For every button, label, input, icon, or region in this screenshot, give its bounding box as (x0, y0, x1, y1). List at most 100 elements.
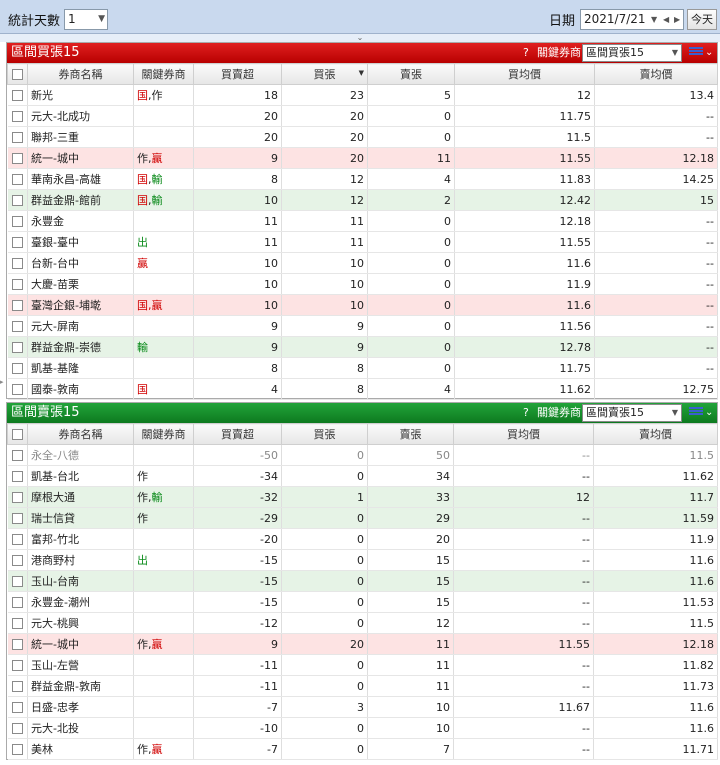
table-row[interactable]: 大慶-苗栗1010011.9--0 (7, 273, 718, 295)
table-row[interactable]: 凱基-基隆88011.75--0 (7, 357, 718, 379)
table-row[interactable]: 群益金鼎-崇德輸99012.78---1 (7, 336, 718, 358)
checkbox-icon[interactable] (11, 555, 23, 566)
table-row[interactable]: 臺銀-臺中出1111011.55--0 (7, 231, 718, 253)
column-header[interactable]: 買均價 (454, 63, 595, 85)
table-row[interactable]: 元大-北成功2020011.75--0 (7, 105, 718, 127)
checkbox-icon[interactable] (11, 363, 23, 374)
checkbox-icon[interactable] (11, 681, 23, 692)
splitter-handle[interactable]: ⌄ (0, 34, 720, 42)
row-checkbox[interactable] (7, 549, 28, 571)
table-row[interactable]: 富邦-竹北-20020--11.90 (7, 528, 718, 550)
table-row[interactable]: 永豐金-潮州-15015--11.530 (7, 591, 718, 613)
select-all-checkbox[interactable] (7, 63, 28, 85)
table-row[interactable]: 國泰-敦南国48411.6212.750 (7, 378, 718, 400)
row-checkbox[interactable] (7, 378, 28, 400)
checkbox-icon[interactable] (11, 471, 23, 482)
row-checkbox[interactable] (7, 294, 28, 316)
row-checkbox[interactable] (7, 633, 28, 655)
row-checkbox[interactable] (7, 507, 28, 529)
row-checkbox[interactable] (7, 273, 28, 295)
column-header[interactable]: 賣均價 (593, 423, 718, 445)
help-icon[interactable]: ? (523, 43, 529, 63)
checkbox-icon[interactable] (11, 195, 23, 206)
column-header[interactable]: 券商名稱 (27, 63, 134, 85)
checkbox-icon[interactable] (11, 702, 23, 713)
table-row[interactable]: 統一-城中作,贏9201111.5512.181 (7, 633, 718, 655)
column-header[interactable]: 關鍵券商 (133, 423, 194, 445)
checkbox-icon[interactable] (11, 111, 23, 122)
checkbox-icon[interactable] (11, 153, 23, 164)
row-checkbox[interactable] (7, 654, 28, 676)
column-header[interactable]: 買均價 (453, 423, 594, 445)
table-row[interactable]: 群益金鼎-敦南-11011--11.730 (7, 675, 718, 697)
row-checkbox[interactable] (7, 210, 28, 232)
table-row[interactable]: 玉山-左營-11011--11.820 (7, 654, 718, 676)
checkbox-icon[interactable] (11, 279, 23, 290)
table-row[interactable]: 群益金鼎-館前国,輸1012212.42150 (7, 189, 718, 211)
table-row[interactable]: 美林作,贏-707--11.710 (7, 738, 718, 760)
collapse-icon[interactable]: ⌄ (705, 43, 713, 63)
column-header[interactable]: 賣張 (367, 423, 454, 445)
today-button[interactable]: 今天 (687, 9, 717, 30)
row-checkbox[interactable] (7, 315, 28, 337)
checkbox-icon[interactable] (11, 342, 23, 353)
table-row[interactable]: 摩根大通作,輸-321331211.70 (7, 486, 718, 508)
table-row[interactable]: 元大-桃興-12012--11.50 (7, 612, 718, 634)
checkbox-icon[interactable] (12, 429, 23, 440)
checkbox-icon[interactable] (11, 258, 23, 269)
row-checkbox[interactable] (7, 612, 28, 634)
row-checkbox[interactable] (7, 126, 28, 148)
table-row[interactable]: 聯邦-三重2020011.5--0 (7, 126, 718, 148)
checkbox-icon[interactable] (11, 597, 23, 608)
checkbox-icon[interactable] (11, 174, 23, 185)
checkbox-icon[interactable] (11, 216, 23, 227)
checkbox-icon[interactable] (11, 237, 23, 248)
table-row[interactable]: 凱基-台北作-34034--11.620 (7, 465, 718, 487)
table-row[interactable]: 玉山-台南-15015--11.60 (7, 570, 718, 592)
checkbox-icon[interactable] (11, 492, 23, 503)
row-checkbox[interactable] (7, 252, 28, 274)
stat-days-select[interactable]: 1 ▼ (64, 9, 108, 30)
column-header[interactable]: 買張 ▼ (281, 63, 368, 85)
key-broker-select[interactable]: 區間賣張15 ▼ (582, 404, 682, 422)
checkbox-icon[interactable] (11, 300, 23, 311)
key-broker-select[interactable]: 區間買張15 ▼ (582, 44, 682, 62)
row-checkbox[interactable] (7, 591, 28, 613)
help-icon[interactable]: ? (523, 403, 529, 423)
row-checkbox[interactable] (7, 696, 28, 718)
table-row[interactable]: 瑞士信貸作-29029--11.590 (7, 507, 718, 529)
row-checkbox[interactable] (7, 675, 28, 697)
table-row[interactable]: 統一-城中作,贏9201111.5512.181 (7, 147, 718, 169)
checkbox-icon[interactable] (11, 639, 23, 650)
checkbox-icon[interactable] (11, 534, 23, 545)
checkbox-icon[interactable] (11, 513, 23, 524)
checkbox-icon[interactable] (11, 384, 23, 395)
checkbox-icon[interactable] (11, 321, 23, 332)
table-row[interactable]: 新光国,作182351213.40 (7, 84, 718, 106)
column-header[interactable]: 券商名稱 (27, 423, 134, 445)
row-checkbox[interactable] (7, 105, 28, 127)
column-header[interactable]: 賣張 (367, 63, 455, 85)
row-checkbox[interactable] (7, 84, 28, 106)
checkbox-icon[interactable] (11, 132, 23, 143)
row-checkbox[interactable] (7, 570, 28, 592)
collapse-icon[interactable]: ⌄ (705, 403, 713, 423)
table-row[interactable]: 元大-屏南99011.56--0 (7, 315, 718, 337)
row-checkbox[interactable] (7, 357, 28, 379)
row-checkbox[interactable] (7, 738, 28, 760)
row-checkbox[interactable] (7, 486, 28, 508)
table-row[interactable]: 元大-北投-10010--11.60 (7, 717, 718, 739)
column-header[interactable]: 買賣超 (193, 63, 282, 85)
table-row[interactable]: 日盛-忠孝-731011.6711.60 (7, 696, 718, 718)
column-settings-icon[interactable] (689, 47, 703, 58)
checkbox-icon[interactable] (11, 450, 23, 461)
row-checkbox[interactable] (7, 189, 28, 211)
checkbox-icon[interactable] (11, 90, 23, 101)
left-splitter-icon[interactable]: ▸ (0, 378, 4, 386)
checkbox-icon[interactable] (11, 618, 23, 629)
row-checkbox[interactable] (7, 147, 28, 169)
table-row[interactable]: 台新-台中贏1010011.6--0 (7, 252, 718, 274)
checkbox-icon[interactable] (11, 744, 23, 755)
column-header[interactable]: 關鍵券商 (133, 63, 194, 85)
checkbox-icon[interactable] (11, 660, 23, 671)
